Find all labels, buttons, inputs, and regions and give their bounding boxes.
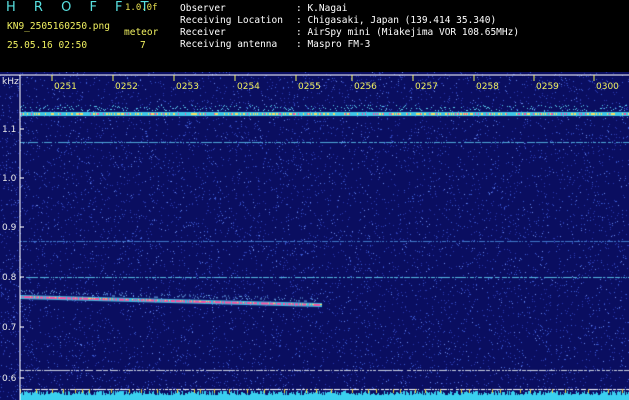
time-tick-5: 0255 (295, 75, 321, 92)
location-value: : Chigasaki, Japan (139.414 35.340) (296, 15, 497, 26)
time-tick-label: 0253 (176, 82, 199, 92)
receiver-label: Receiver (180, 27, 226, 38)
capture-datetime: 25.05.16 02:50 (7, 40, 88, 51)
time-tick-label: 0257 (415, 82, 438, 92)
time-tick-label: 0259 (536, 82, 559, 92)
time-tick-label: 0254 (237, 82, 260, 92)
freq-tick-6: 0.6 (2, 374, 24, 384)
unit-label: kHz (2, 77, 19, 87)
freq-tick-label: 0.9 (2, 223, 17, 233)
freq-tick-3: 0.9 (2, 223, 24, 233)
observer-label: Observer (180, 3, 226, 14)
file-name: KN9_2505160250.png (7, 21, 110, 32)
antenna-label: Receiving antenna (180, 39, 278, 50)
freq-tick-label: 1.1 (2, 125, 16, 135)
time-tick-label: 0256 (354, 82, 377, 92)
header-panel: H R O F F T 1.0.0f KN9_2505160250.png me… (0, 0, 629, 72)
freq-tick-label: 0.8 (2, 273, 17, 283)
freq-tick-5: 0.7 (2, 323, 24, 333)
time-tick-10: 0300 (593, 75, 619, 92)
time-tick-2: 0252 (112, 75, 138, 92)
time-tick-label: 0258 (476, 82, 499, 92)
freq-tick-label: 0.6 (2, 374, 17, 384)
freq-tick-label: 1.0 (2, 174, 17, 184)
spectrogram-axes: kHz 1.1 1.0 0.9 0.8 0.7 0.6 0251 0252 02… (0, 74, 629, 400)
time-tick-label: 0255 (298, 82, 321, 92)
location-label: Receiving Location (180, 15, 283, 26)
app-version: 1.0.0f (125, 3, 158, 13)
time-tick-7: 0257 (412, 75, 438, 92)
time-tick-8: 0258 (473, 75, 499, 92)
antenna-value: : Maspro FM-3 (296, 39, 371, 50)
time-tick-label: 0252 (115, 82, 138, 92)
freq-tick-label: 0.7 (2, 323, 16, 333)
time-tick-9: 0259 (533, 75, 559, 92)
time-tick-6: 0256 (351, 75, 377, 92)
time-tick-1: 0251 (51, 75, 77, 92)
observer-value: : K.Nagai (296, 3, 348, 14)
meteor-label: meteor (124, 27, 159, 38)
freq-tick-1: 1.1 (2, 125, 24, 135)
freq-tick-2: 1.0 (2, 174, 24, 184)
freq-tick-4: 0.8 (2, 273, 24, 283)
time-tick-4: 0254 (234, 75, 260, 92)
time-tick-label: 0300 (596, 82, 619, 92)
receiver-value: : AirSpy mini (Miakejima VOR 108.65MHz) (296, 27, 520, 38)
time-tick-3: 0253 (173, 75, 199, 92)
time-tick-label: 0251 (54, 82, 77, 92)
meteor-count: 7 (140, 40, 146, 51)
